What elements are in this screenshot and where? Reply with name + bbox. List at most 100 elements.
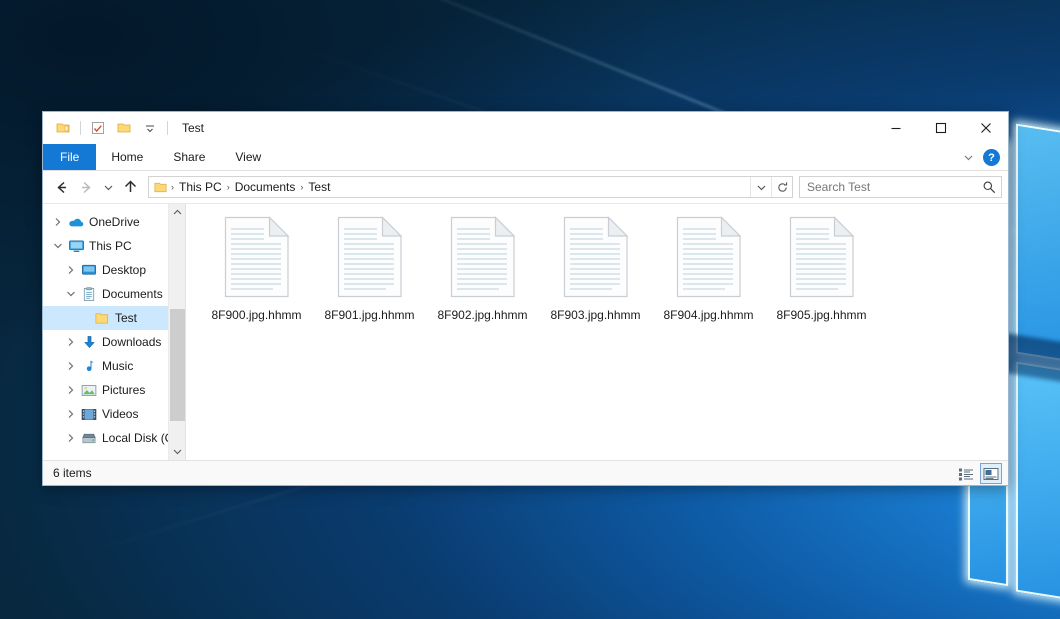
downloads-icon xyxy=(79,335,99,350)
sidebar-item-videos[interactable]: Videos xyxy=(43,402,185,426)
scrollbar-track[interactable] xyxy=(169,221,186,443)
view-toggle-group xyxy=(955,461,1002,486)
customize-quick-access-toolbar-icon[interactable] xyxy=(139,117,161,139)
status-bar: 6 items xyxy=(43,460,1008,485)
list-item[interactable]: 8F901.jpg.hhmm xyxy=(313,212,426,334)
onedrive-cloud-icon xyxy=(66,215,86,229)
list-item[interactable]: 8F900.jpg.hhmm xyxy=(200,212,313,334)
tab-view[interactable]: View xyxy=(220,144,276,170)
sidebar-item-music[interactable]: Music xyxy=(43,354,185,378)
sidebar-item-label: Music xyxy=(99,359,133,373)
file-explorer-window: Test File Home Share View ? xyxy=(42,111,1009,486)
ribbon-tab-bar: File Home Share View ? xyxy=(43,144,1008,171)
search-box[interactable] xyxy=(799,176,1002,198)
minimize-button[interactable] xyxy=(873,112,918,144)
sidebar-item-desktop[interactable]: Desktop xyxy=(43,258,185,282)
desktop-icon xyxy=(79,263,99,277)
help-button[interactable]: ? xyxy=(983,149,1000,166)
generic-text-document-icon xyxy=(563,216,629,301)
close-button[interactable] xyxy=(963,112,1008,144)
maximize-button[interactable] xyxy=(918,112,963,144)
large-icons-view-button[interactable] xyxy=(980,463,1002,484)
file-grid: 8F900.jpg.hhmm 8F901.jpg.hhmm xyxy=(186,204,1008,334)
monitor-icon xyxy=(66,239,86,253)
address-dropdown-button[interactable] xyxy=(750,177,771,197)
sidebar-item-local-disk-c[interactable]: Local Disk (C:) xyxy=(43,426,185,450)
new-folder-icon[interactable] xyxy=(113,117,135,139)
back-button[interactable] xyxy=(49,175,73,199)
chevron-right-icon[interactable] xyxy=(63,409,79,419)
documents-icon xyxy=(79,287,99,302)
properties-icon[interactable] xyxy=(87,117,109,139)
folder-icon xyxy=(92,311,112,325)
navigation-pane: OneDrive This PC xyxy=(43,204,185,460)
sidebar-item-downloads[interactable]: Downloads xyxy=(43,330,185,354)
list-item[interactable]: 8F903.jpg.hhmm xyxy=(539,212,652,334)
details-view-button[interactable] xyxy=(955,463,977,484)
breadcrumb-test[interactable]: Test xyxy=(304,177,334,197)
navigation-pane-scrollbar[interactable] xyxy=(168,204,185,460)
recent-locations-button[interactable] xyxy=(99,175,117,199)
search-input[interactable] xyxy=(800,180,977,194)
tab-home[interactable]: Home xyxy=(96,144,158,170)
breadcrumb-this-pc[interactable]: This PC xyxy=(175,177,226,197)
up-button[interactable] xyxy=(118,175,142,199)
generic-text-document-icon xyxy=(789,216,855,301)
sidebar-item-documents[interactable]: Documents xyxy=(43,282,185,306)
file-name: 8F900.jpg.hhmm xyxy=(211,308,301,322)
chevron-down-icon[interactable] xyxy=(169,443,186,460)
hard-drive-icon xyxy=(79,432,99,445)
generic-text-document-icon xyxy=(224,216,290,301)
chevron-right-icon[interactable] xyxy=(63,337,79,347)
chevron-right-icon[interactable] xyxy=(63,265,79,275)
chevron-down-icon[interactable] xyxy=(63,290,79,298)
file-name: 8F901.jpg.hhmm xyxy=(324,308,414,322)
sidebar-item-label: Downloads xyxy=(99,335,161,349)
file-name: 8F904.jpg.hhmm xyxy=(663,308,753,322)
pin-to-quick-access-icon[interactable] xyxy=(52,117,74,139)
sidebar-item-label: Pictures xyxy=(99,383,145,397)
toolbar-separator xyxy=(167,121,168,135)
window-body: OneDrive This PC xyxy=(43,203,1008,460)
forward-button[interactable] xyxy=(74,175,98,199)
generic-text-document-icon xyxy=(337,216,403,301)
scrollbar-thumb[interactable] xyxy=(170,309,185,421)
sidebar-item-onedrive[interactable]: OneDrive xyxy=(43,210,185,234)
list-item[interactable]: 8F905.jpg.hhmm xyxy=(765,212,878,334)
list-item[interactable]: 8F902.jpg.hhmm xyxy=(426,212,539,334)
refresh-button[interactable] xyxy=(771,177,792,197)
sidebar-item-label: OneDrive xyxy=(86,215,140,229)
file-name: 8F902.jpg.hhmm xyxy=(437,308,527,322)
chevron-right-icon[interactable] xyxy=(50,217,66,227)
item-count-label: 6 items xyxy=(53,466,92,480)
pictures-icon xyxy=(79,384,99,397)
quick-access-toolbar: Test xyxy=(43,112,204,144)
sidebar-item-label: Documents xyxy=(99,287,163,301)
sidebar-item-this-pc[interactable]: This PC xyxy=(43,234,185,258)
tab-share[interactable]: Share xyxy=(158,144,220,170)
chevron-right-icon[interactable] xyxy=(63,433,79,443)
address-bar[interactable]: › This PC › Documents › Test xyxy=(148,176,793,198)
chevron-up-icon[interactable] xyxy=(169,204,186,221)
search-icon[interactable] xyxy=(977,180,1001,194)
chevron-down-icon[interactable] xyxy=(50,242,66,250)
chevron-down-icon[interactable] xyxy=(958,148,978,168)
sidebar-item-label: Desktop xyxy=(99,263,146,277)
file-name: 8F905.jpg.hhmm xyxy=(776,308,866,322)
title-bar: Test xyxy=(43,112,1008,144)
generic-text-document-icon xyxy=(450,216,516,301)
list-item[interactable]: 8F904.jpg.hhmm xyxy=(652,212,765,334)
sidebar-item-label: This PC xyxy=(86,239,132,253)
tab-file[interactable]: File xyxy=(43,144,96,170)
breadcrumb-documents[interactable]: Documents xyxy=(231,177,300,197)
ribbon-right-controls: ? xyxy=(958,144,1004,171)
navigation-bar: › This PC › Documents › Test xyxy=(43,171,1008,203)
chevron-right-icon[interactable] xyxy=(63,361,79,371)
sidebar-item-test[interactable]: Test xyxy=(43,306,185,330)
videos-icon xyxy=(79,408,99,421)
file-list-pane[interactable]: 8F900.jpg.hhmm 8F901.jpg.hhmm xyxy=(186,204,1008,460)
chevron-right-icon[interactable] xyxy=(63,385,79,395)
window-controls xyxy=(873,112,1008,144)
file-name: 8F903.jpg.hhmm xyxy=(550,308,640,322)
sidebar-item-pictures[interactable]: Pictures xyxy=(43,378,185,402)
